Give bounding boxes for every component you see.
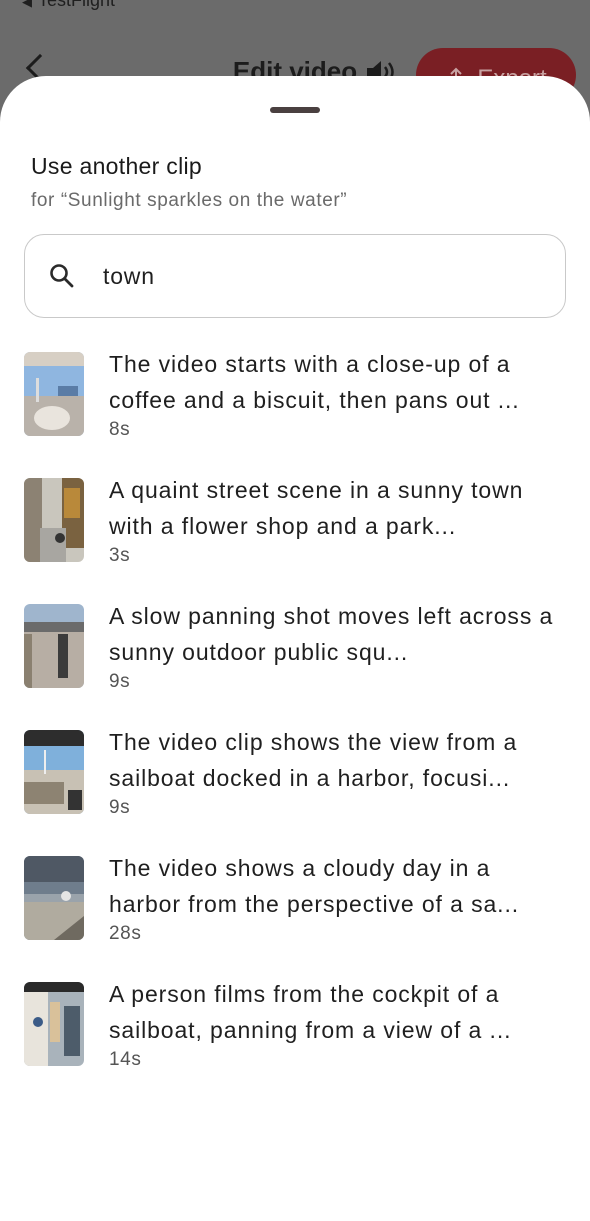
clip-description: The video clip shows the view from a sai…: [109, 729, 518, 791]
clip-row[interactable]: The video clip shows the view from a sai…: [0, 704, 590, 830]
clip-picker-sheet: Use another clip for “Sunlight sparkles …: [0, 76, 590, 1221]
clip-description: A person films from the cockpit of a sai…: [109, 981, 512, 1043]
clip-results-list[interactable]: A sunny harbor with several boats — a wi…: [0, 318, 590, 1221]
search-icon: [50, 264, 74, 288]
clip-thumbnail: [24, 730, 84, 814]
clip-row[interactable]: The video starts with a close-up of a co…: [0, 326, 590, 452]
clip-thumbnail: [24, 352, 84, 436]
clip-duration: 3s: [109, 545, 131, 566]
status-back-link[interactable]: ◀ TestFlight: [22, 0, 115, 11]
clip-duration: 14s: [109, 1049, 142, 1070]
clip-row[interactable]: A quaint street scene in a sunny town wi…: [0, 452, 590, 578]
clip-text: The video starts with a close-up of a co…: [109, 346, 569, 441]
clip-text: A slow panning shot moves left across a …: [109, 598, 569, 693]
clip-description: A quaint street scene in a sunny town wi…: [109, 477, 524, 539]
clip-duration: 28s: [109, 923, 142, 944]
clip-description: A slow panning shot moves left across a …: [109, 603, 554, 665]
clip-description: The video shows a cloudy day in a harbor…: [109, 855, 520, 917]
clip-description: The video starts with a close-up of a co…: [109, 351, 520, 413]
sheet-subtitle: for “Sunlight sparkles on the water”: [31, 190, 348, 211]
clip-thumbnail: [24, 982, 84, 1066]
clip-text: The video shows a cloudy day in a harbor…: [109, 850, 569, 945]
clip-row[interactable]: A slow panning shot moves left across a …: [0, 578, 590, 704]
clip-text: A quaint street scene in a sunny town wi…: [109, 472, 569, 567]
clip-duration: 9s: [109, 671, 131, 692]
back-triangle-icon: ◀: [22, 0, 32, 9]
clip-text: A person films from the cockpit of a sai…: [109, 976, 569, 1071]
clip-thumbnail: [24, 478, 84, 562]
clip-row[interactable]: A sunny harbor with several boats — a wi…: [0, 318, 590, 326]
sheet-title: Use another clip: [31, 153, 202, 179]
clip-thumbnail: [24, 856, 84, 940]
clip-duration: 9s: [109, 797, 131, 818]
sheet-grabber[interactable]: [270, 107, 320, 113]
search-field[interactable]: [24, 234, 566, 318]
clip-row[interactable]: The video shows a cloudy day in a harbor…: [0, 830, 590, 956]
clip-text: The video clip shows the view from a sai…: [109, 724, 569, 819]
clip-thumbnail: [24, 604, 84, 688]
clip-row[interactable]: A person films from the cockpit of a sai…: [0, 956, 590, 1082]
clip-duration: 8s: [109, 419, 131, 440]
search-input[interactable]: [103, 255, 543, 297]
